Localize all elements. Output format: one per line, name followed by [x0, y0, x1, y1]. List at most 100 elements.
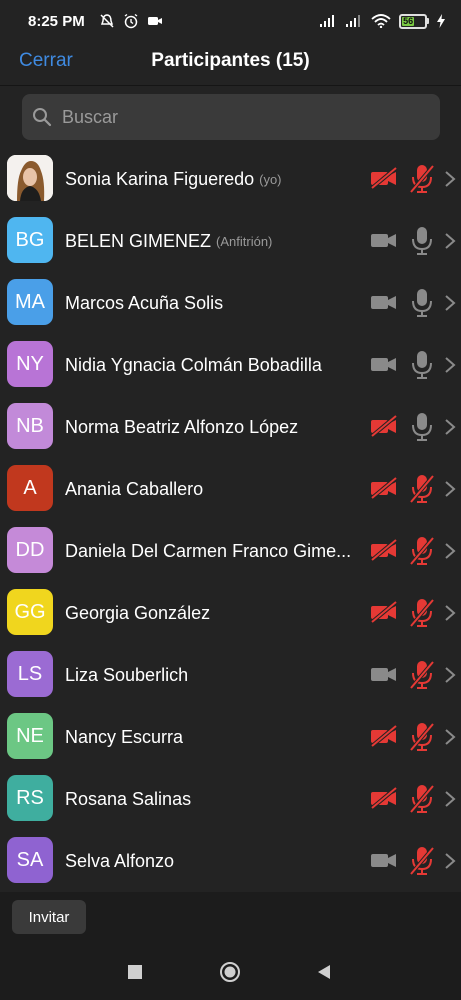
wifi-icon: [371, 14, 391, 28]
participant-row[interactable]: Sonia Karina Figueredo (yo): [0, 148, 461, 210]
chevron-right-icon[interactable]: [443, 666, 457, 684]
mic-muted-icon: [408, 164, 436, 194]
participant-name: Selva Alfonzo: [65, 850, 175, 871]
mic-icon: [408, 350, 436, 380]
video-icon: [370, 290, 398, 314]
participant-name-area: Sonia Karina Figueredo (yo): [65, 148, 357, 210]
mic-muted-icon: [408, 660, 436, 690]
chevron-right-icon[interactable]: [443, 728, 457, 746]
participant-row[interactable]: RS Rosana Salinas: [0, 768, 461, 830]
alarm-icon: [124, 13, 138, 29]
chevron-right-icon[interactable]: [443, 170, 457, 188]
recent-apps-icon[interactable]: [120, 958, 150, 986]
status-left-icons: [99, 13, 163, 29]
mic-muted-icon: [408, 784, 436, 814]
signal-icon: [346, 15, 360, 27]
participant-role-tag: (yo): [259, 171, 282, 187]
participant-name: Marcos Acuña Solis: [65, 292, 224, 313]
video-icon: [370, 662, 398, 686]
invite-button[interactable]: Invitar: [12, 900, 86, 934]
participant-row[interactable]: NE Nancy Escurra: [0, 706, 461, 768]
avatar: [7, 155, 53, 201]
chevron-right-icon[interactable]: [443, 542, 457, 560]
participant-row[interactable]: MA Marcos Acuña Solis: [0, 272, 461, 334]
nav-bar: [0, 944, 461, 1000]
participant-name-area: Norma Beatriz Alfonzo López: [65, 396, 357, 458]
chevron-right-icon[interactable]: [443, 790, 457, 808]
no-disturb-icon: [100, 14, 114, 28]
status-right-icons: 56: [319, 13, 445, 29]
search-input[interactable]: [62, 106, 422, 128]
participant-row[interactable]: GG Georgia González: [0, 582, 461, 644]
participant-name: Sonia Karina Figueredo: [65, 168, 255, 189]
avatar-initials: SA: [16, 848, 44, 871]
participant-row[interactable]: BG BELEN GIMENEZ (Anfitrión): [0, 210, 461, 272]
video-icon: [370, 848, 398, 872]
chevron-right-icon[interactable]: [443, 480, 457, 498]
participant-name: Anania Caballero: [65, 478, 204, 499]
chevron-right-icon[interactable]: [443, 232, 457, 250]
avatar: LS: [7, 651, 53, 697]
participant-name: Daniela Del Carmen Franco Gime...: [65, 540, 352, 561]
mic-muted-icon: [408, 536, 436, 566]
participant-name-area: Selva Alfonzo: [65, 830, 357, 892]
avatar: RS: [7, 775, 53, 821]
video-off-icon: [370, 414, 398, 438]
chevron-right-icon[interactable]: [443, 852, 457, 870]
status-bar: 8:25 PM 56: [0, 0, 461, 42]
participant-name-area: Georgia González: [65, 582, 357, 644]
chevron-right-icon[interactable]: [443, 356, 457, 374]
participant-list: Sonia Karina Figueredo (yo) BG BELEN GIMENE…: [0, 148, 461, 892]
avatar-initials: RS: [16, 786, 44, 809]
charging-icon: [437, 14, 445, 28]
video-off-icon: [370, 166, 398, 190]
search-bar[interactable]: [22, 94, 440, 140]
video-off-icon: [370, 786, 398, 810]
participant-name: Norma Beatriz Alfonzo López: [65, 416, 299, 437]
avatar: NB: [7, 403, 53, 449]
video-off-icon: [370, 476, 398, 500]
participant-row[interactable]: NB Norma Beatriz Alfonzo López: [0, 396, 461, 458]
video-off-icon: [370, 724, 398, 748]
battery-level: 56: [403, 15, 414, 26]
participant-name: Liza Souberlich: [65, 664, 189, 685]
back-icon[interactable]: [309, 958, 339, 986]
participant-name-area: Anania Caballero: [65, 458, 357, 520]
participant-name: BELEN GIMENEZ: [65, 230, 212, 251]
status-time: 8:25 PM: [28, 12, 85, 30]
participant-name: Nidia Ygnacia Colmán Bobadilla: [65, 354, 322, 375]
participant-name: Nancy Escurra: [65, 726, 184, 747]
participant-row[interactable]: SA Selva Alfonzo: [0, 830, 461, 892]
home-icon[interactable]: [215, 958, 245, 986]
avatar: A: [7, 465, 53, 511]
avatar-initials: DD: [15, 538, 45, 561]
avatar-initials: NY: [16, 352, 44, 375]
avatar: BG: [7, 217, 53, 263]
avatar-initials: GG: [14, 600, 46, 623]
mic-icon: [408, 412, 436, 442]
bottom-bar: Invitar: [0, 892, 461, 944]
participant-name-area: Nancy Escurra: [65, 706, 357, 768]
mic-icon: [408, 226, 436, 256]
participant-name-area: Nidia Ygnacia Colmán Bobadilla: [65, 334, 357, 396]
chevron-right-icon[interactable]: [443, 418, 457, 436]
avatar: MA: [7, 279, 53, 325]
avatar-initials: NB: [16, 414, 44, 437]
participant-row[interactable]: A Anania Caballero: [0, 458, 461, 520]
header: Cerrar Participantes (15): [0, 42, 461, 86]
participant-name-area: Marcos Acuña Solis: [65, 272, 357, 334]
chevron-right-icon[interactable]: [443, 604, 457, 622]
participant-name-area: Rosana Salinas: [65, 768, 357, 830]
avatar-initials: A: [23, 476, 37, 499]
mic-icon: [408, 288, 436, 318]
participant-row[interactable]: LS Liza Souberlich: [0, 644, 461, 706]
participant-name: Rosana Salinas: [65, 788, 192, 809]
avatar-initials: NE: [16, 724, 44, 747]
avatar-initials: BG: [15, 228, 45, 251]
participant-row[interactable]: DD Daniela Del Carmen Franco Gime...: [0, 520, 461, 582]
chevron-right-icon[interactable]: [443, 294, 457, 312]
participant-row[interactable]: NY Nidia Ygnacia Colmán Bobadilla: [0, 334, 461, 396]
participant-name-area: Liza Souberlich: [65, 644, 357, 706]
avatar: GG: [7, 589, 53, 635]
video-off-icon: [370, 600, 398, 624]
